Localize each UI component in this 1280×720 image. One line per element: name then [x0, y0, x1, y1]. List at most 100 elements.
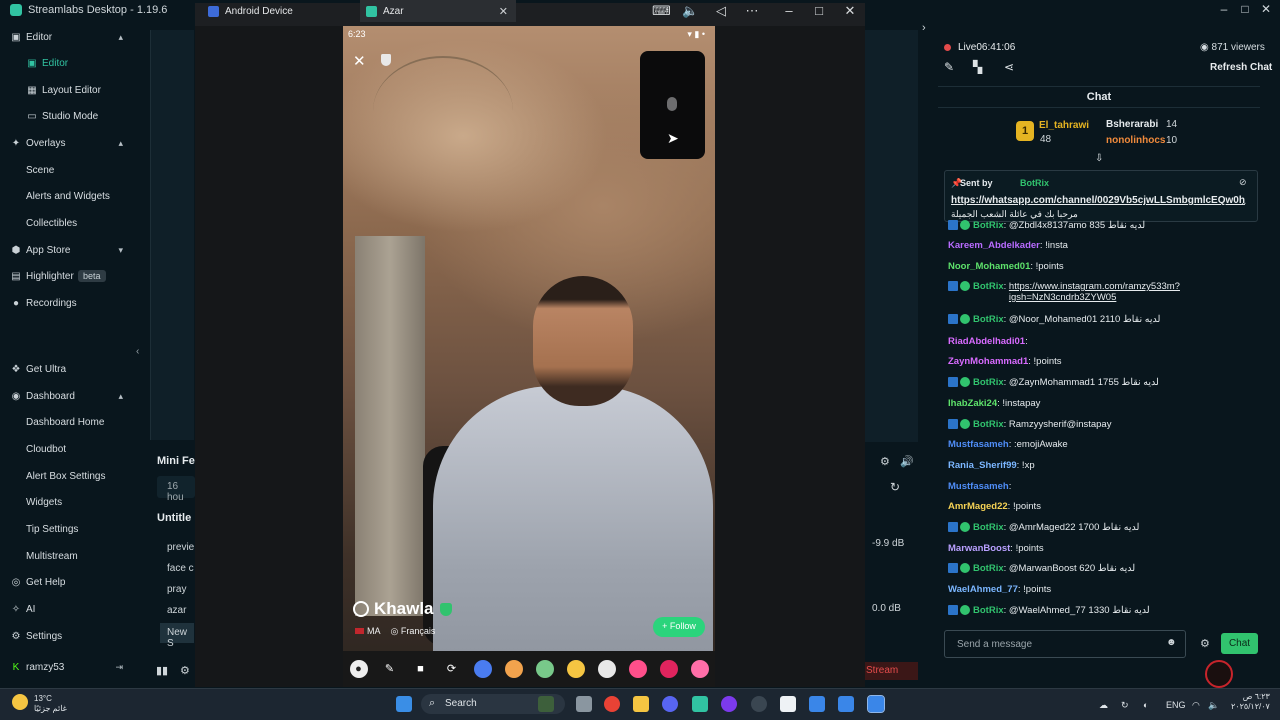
gift-sticker-icon[interactable]: [473, 660, 492, 678]
sticker-hands-icon[interactable]: [535, 660, 554, 678]
expand-pin-icon[interactable]: ⌄: [1240, 197, 1248, 208]
aw-maximize-button[interactable]: □: [811, 3, 827, 18]
stats-icon[interactable]: ▮▮: [156, 664, 168, 677]
sticker-bunny-icon[interactable]: [597, 660, 616, 678]
windows-start-icon[interactable]: [396, 696, 412, 712]
notepad-icon[interactable]: [780, 696, 796, 712]
chat-username[interactable]: MarwanBoost: [948, 543, 1010, 554]
effects-wand-icon[interactable]: ✎: [381, 660, 399, 678]
sidebar-item-widgets[interactable]: Widgets: [0, 491, 133, 513]
tray-refresh-icon[interactable]: ↻: [1121, 700, 1129, 711]
sidebar-item-studio-mode[interactable]: ▭ Studio Mode: [0, 105, 133, 127]
refresh-icon[interactable]: ↻: [890, 480, 900, 494]
sidebar-item-get-ultra[interactable]: ❖ Get Ultra: [0, 358, 133, 380]
tab-android-device[interactable]: Android Device: [200, 0, 364, 22]
scene-item[interactable]: pray: [160, 580, 194, 600]
edit-pencil-icon[interactable]: ✎: [944, 60, 954, 74]
emoji-icon[interactable]: ☻: [1166, 637, 1177, 648]
wifi-icon[interactable]: ◠: [1192, 700, 1200, 711]
avatar[interactable]: [1205, 660, 1233, 688]
logout-icon[interactable]: ⇥: [115, 662, 123, 673]
chat-bubble-icon[interactable]: ●: [349, 660, 368, 678]
leaderboard-toggle-icon[interactable]: ⇩: [1095, 153, 1103, 164]
chat-settings-icon[interactable]: ⚙: [1200, 637, 1210, 650]
switch-icon[interactable]: ⟳: [443, 660, 461, 678]
chat-username[interactable]: BotRix: [973, 419, 1004, 430]
sidebar-item-ai[interactable]: ✧ AI: [0, 598, 133, 620]
collapse-sidebar-icon[interactable]: ‹: [136, 346, 139, 357]
sidebar-item-alert-box-settings[interactable]: Alert Box Settings: [0, 465, 133, 487]
chat-username[interactable]: Rania_Sherif99: [948, 460, 1017, 471]
sidebar-item-alerts-widgets[interactable]: Alerts and Widgets: [0, 185, 133, 207]
speaker-tray-icon[interactable]: 🔈: [1208, 700, 1219, 711]
scene-item[interactable]: face c: [160, 559, 194, 579]
report-shield-icon[interactable]: [381, 54, 391, 66]
pinned-link[interactable]: https://whatsapp.com/channel/0029Vb5cjwL…: [951, 195, 1245, 206]
task-view-icon[interactable]: [576, 696, 592, 712]
chat-username[interactable]: BotRix: [973, 563, 1004, 574]
sidebar-item-highlighter[interactable]: ▤ Highlighter beta: [0, 265, 133, 287]
chrome-icon[interactable]: [604, 696, 620, 712]
chat-username[interactable]: BotRix: [973, 377, 1004, 388]
close-icon[interactable]: ✕: [353, 52, 366, 70]
chat-username[interactable]: Mustfasameh: [948, 481, 1009, 492]
share-icon[interactable]: ⋖: [1004, 60, 1014, 74]
popout-icon[interactable]: ▚: [973, 60, 982, 74]
discord-icon[interactable]: [662, 696, 678, 712]
sticker-flower-icon[interactable]: [690, 660, 709, 678]
chat-send-button[interactable]: Chat: [1221, 633, 1258, 654]
sidebar-item-editor-group[interactable]: ▣ Editor ▴: [0, 26, 133, 48]
chat-username[interactable]: BotRix: [973, 605, 1004, 616]
chat-username[interactable]: AmrMaged22: [948, 501, 1008, 512]
close-button[interactable]: ✕: [1258, 2, 1274, 16]
android-device-taskbar-icon-2[interactable]: [838, 696, 854, 712]
sticker-emoji-icon[interactable]: [566, 660, 585, 678]
sidebar-item-dashboard[interactable]: ◉ Dashboard ▴: [0, 385, 133, 407]
scene-item[interactable]: azar: [160, 601, 194, 621]
sticker-love-icon[interactable]: [659, 660, 678, 678]
mixer-settings-icon[interactable]: ⚙: [880, 455, 890, 468]
more-icon[interactable]: ⋯: [744, 3, 760, 19]
sidebar-item-collectibles[interactable]: Collectibles: [0, 212, 133, 234]
aw-minimize-button[interactable]: –: [781, 3, 797, 18]
sidebar-item-overlays[interactable]: ✦ Overlays ▴: [0, 132, 133, 154]
sidebar-item-dashboard-home[interactable]: Dashboard Home: [0, 411, 133, 433]
file-explorer-icon[interactable]: [633, 696, 649, 712]
go-live-button[interactable]: Stream: [864, 662, 918, 680]
chat-link[interactable]: https://www.instagram.com/ramzy533m?igsh…: [1009, 281, 1239, 303]
app-icon[interactable]: [721, 696, 737, 712]
sidebar-item-settings[interactable]: ⚙ Settings: [0, 625, 133, 647]
camera-icon[interactable]: ■: [412, 660, 430, 678]
volume-icon[interactable]: 🔈: [682, 3, 698, 19]
chat-username[interactable]: BotRix: [973, 281, 1004, 292]
sidebar-item-cloudbot[interactable]: Cloudbot: [0, 438, 133, 460]
sidebar-item-scene[interactable]: Scene: [0, 159, 133, 181]
scene-item[interactable]: New S: [160, 623, 194, 649]
tray-shield-icon[interactable]: ◐: [1143, 700, 1148, 710]
tray-cloud-icon[interactable]: ☁: [1099, 700, 1108, 711]
minimize-button[interactable]: –: [1216, 2, 1232, 16]
chat-username[interactable]: BotRix: [973, 522, 1004, 533]
chat-username[interactable]: RiadAbdelhadi01: [948, 336, 1025, 347]
sidebar-item-get-help[interactable]: ◎ Get Help: [0, 571, 133, 593]
back-icon[interactable]: ◁: [713, 3, 729, 19]
keyboard-icon[interactable]: ⌨: [652, 3, 671, 19]
chat-username[interactable]: Mustfasameh: [948, 439, 1009, 450]
send-message-input[interactable]: Send a message: [944, 630, 1186, 658]
chat-username[interactable]: Kareem_Abdelkader: [948, 240, 1040, 251]
weather-widget[interactable]: 13°C غائم جزئيًا: [34, 694, 67, 714]
chat-username[interactable]: WaelAhmed_77: [948, 584, 1018, 595]
chat-username[interactable]: BotRix: [973, 220, 1004, 231]
mini-feed-filter[interactable]: 16 hou: [157, 476, 195, 503]
refresh-chat-button[interactable]: Refresh Chat: [1210, 62, 1272, 73]
aw-close-button[interactable]: ✕: [842, 3, 858, 19]
tray-lang[interactable]: ENG: [1166, 700, 1186, 710]
sidebar-item-account[interactable]: Kramzy53 ⇥: [0, 656, 133, 678]
heart-icon[interactable]: [628, 660, 647, 678]
sidebar-item-editor[interactable]: ▣ Editor: [0, 52, 133, 74]
expand-panel-icon[interactable]: ›: [922, 22, 926, 34]
sidebar-item-app-store[interactable]: ⬢ App Store ▾: [0, 239, 133, 261]
scene-collection-title[interactable]: Untitle: [157, 512, 191, 524]
tab-azar[interactable]: Azar ✕: [360, 0, 516, 22]
settings-small-icon[interactable]: ⚙: [180, 664, 190, 677]
